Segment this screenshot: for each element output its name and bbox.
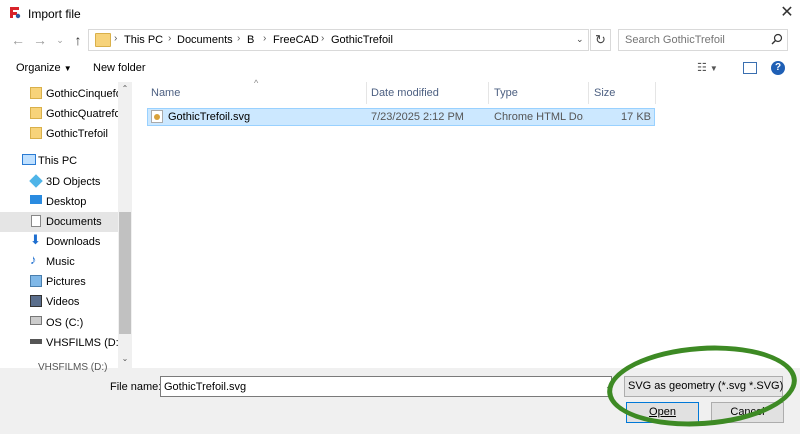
organize-label: Organize [16, 62, 61, 74]
nav-item-downloads[interactable]: ⬇ Downloads [0, 232, 118, 252]
title-bar [0, 0, 800, 26]
file-type: Chrome HTML Do... [494, 111, 584, 123]
preview-pane-icon[interactable] [743, 62, 757, 74]
chevron-right-icon: › [321, 33, 325, 44]
nav-item-label: Pictures [46, 276, 86, 288]
download-icon: ⬇ [30, 232, 41, 247]
document-icon [31, 215, 41, 227]
nav-item-label: Videos [46, 296, 80, 308]
nav-item-documents[interactable]: Documents [0, 212, 118, 232]
column-header-size[interactable]: Size [594, 87, 615, 99]
nav-item-videos[interactable]: Videos [0, 292, 118, 312]
drive-icon [30, 339, 42, 344]
nav-item-label: OS (C:) [46, 317, 84, 329]
desktop-icon [30, 195, 42, 204]
search-box[interactable] [618, 29, 788, 51]
nav-item-label: Documents [46, 216, 102, 228]
nav-item-gothicquatrefoil[interactable]: GothicQuatrefoil [0, 104, 125, 124]
folder-icon [95, 33, 111, 47]
nav-item-label: This PC [38, 155, 78, 167]
column-divider[interactable] [655, 82, 656, 104]
nav-item-cut-label: VHSFILMS (D:) [38, 362, 108, 373]
nav-item-gothictrefoil[interactable]: GothicTrefoil [0, 124, 118, 144]
video-icon [30, 295, 42, 307]
breadcrumb-b[interactable]: B [247, 34, 254, 46]
help-icon[interactable]: ? [771, 61, 785, 75]
column-divider[interactable] [588, 82, 589, 104]
chevron-right-icon: › [168, 33, 172, 44]
nav-item-label: GothicCinquefoil [46, 88, 118, 100]
window-title: Import file [28, 7, 81, 21]
freecad-app-icon [8, 6, 21, 19]
nav-item-gothiccinquefoil[interactable]: GothicCinquefoil [0, 84, 118, 104]
file-name-input[interactable] [160, 376, 612, 397]
nav-item-label: 3D Objects [46, 176, 101, 188]
cube-icon [29, 174, 43, 188]
nav-item-label: Downloads [46, 236, 101, 248]
file-size: 17 KB [621, 111, 651, 123]
breadcrumb-this-pc[interactable]: This PC [124, 34, 163, 46]
new-folder-button[interactable]: New folder [93, 62, 146, 74]
back-icon[interactable]: ← [8, 30, 28, 50]
caret-down-icon: ▼ [63, 64, 72, 73]
nav-item-label: VHSFILMS (D:) [46, 337, 123, 349]
breadcrumb-documents[interactable]: Documents [177, 34, 233, 46]
nav-item-os-c[interactable]: OS (C:) [0, 313, 118, 333]
nav-item-label: Music [46, 256, 75, 268]
view-options-icon[interactable]: ☷ ▼ [697, 61, 718, 74]
folder-icon [30, 127, 42, 139]
column-header-name[interactable]: Name [151, 87, 180, 99]
nav-scrollbar-thumb[interactable] [119, 212, 131, 334]
column-header-type[interactable]: Type [494, 87, 518, 99]
sort-caret-icon: ^ [254, 78, 259, 88]
column-header-date[interactable]: Date modified [371, 87, 439, 99]
folder-icon [30, 87, 42, 99]
scroll-up-icon[interactable]: ⌃ [119, 84, 131, 93]
search-input[interactable] [625, 33, 765, 47]
picture-icon [30, 275, 42, 287]
up-icon[interactable]: ↑ [68, 30, 88, 50]
computer-icon [22, 154, 36, 165]
file-name-label: File name: [110, 381, 162, 393]
column-divider[interactable] [366, 82, 367, 104]
search-icon[interactable] [771, 33, 783, 45]
nav-item-label: Desktop [46, 196, 87, 208]
folder-icon [30, 107, 42, 119]
nav-item-music[interactable]: ♪ Music [0, 252, 118, 272]
nav-item-label: GothicTrefoil [46, 128, 108, 140]
music-icon: ♪ [30, 252, 37, 267]
nav-item-vhsfilms-d[interactable]: VHSFILMS (D:) [0, 333, 122, 353]
file-name: GothicTrefoil.svg [168, 111, 251, 123]
navigation-pane: GothicCinquefoil GothicQuatrefoil Gothic… [0, 82, 133, 368]
recent-dropdown-icon[interactable]: ⌄ [50, 30, 70, 50]
drive-icon [30, 316, 42, 325]
nav-item-3d-objects[interactable]: 3D Objects [0, 172, 118, 192]
address-dropdown-icon[interactable]: ⌄ [576, 34, 584, 45]
file-date: 7/23/2025 2:12 PM [371, 111, 464, 123]
chrome-svg-file-icon [151, 110, 163, 123]
breadcrumb-gothictrefoil[interactable]: GothicTrefoil [331, 34, 393, 46]
column-divider[interactable] [488, 82, 489, 104]
nav-item-label: GothicQuatrefoil [46, 108, 126, 120]
breadcrumb-freecad[interactable]: FreeCAD [273, 34, 319, 46]
forward-icon[interactable]: → [30, 30, 50, 50]
refresh-icon[interactable]: ↻ [590, 29, 611, 51]
organize-button[interactable]: Organize ▼ [16, 62, 72, 74]
chevron-right-icon: › [114, 33, 118, 44]
close-icon[interactable]: ✕ [776, 2, 798, 24]
scroll-down-icon[interactable]: ⌄ [119, 354, 131, 363]
nav-item-pictures[interactable]: Pictures [0, 272, 118, 292]
chevron-right-icon: › [237, 33, 241, 44]
nav-item-this-pc[interactable]: This PC [0, 151, 118, 171]
nav-item-desktop[interactable]: Desktop [0, 192, 118, 212]
chevron-right-icon: › [263, 33, 267, 44]
